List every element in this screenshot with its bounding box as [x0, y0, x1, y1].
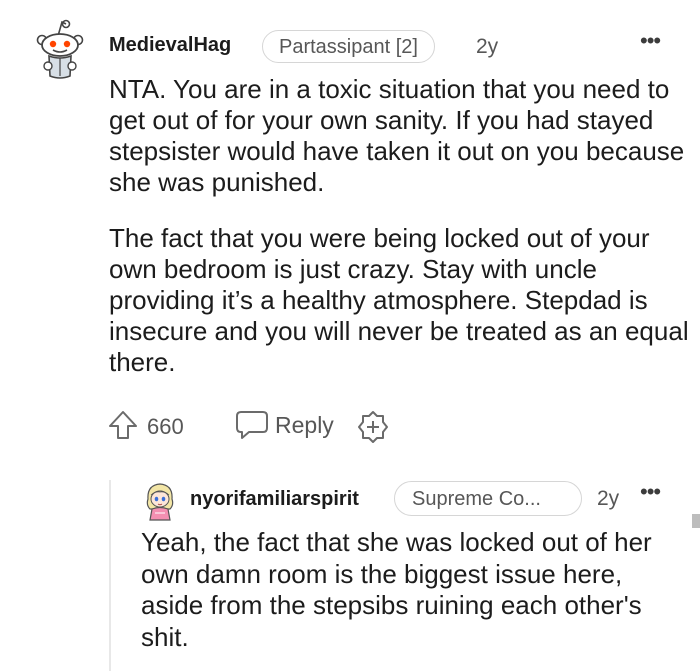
user-flair: Supreme Co...: [394, 481, 582, 516]
comment-age: 2y: [476, 35, 499, 58]
snoo-avatar-icon[interactable]: [34, 18, 86, 80]
award-plus-icon[interactable]: [356, 410, 390, 444]
speech-bubble-icon[interactable]: [235, 409, 269, 441]
upvote-arrow-icon[interactable]: [107, 409, 139, 441]
reply-author[interactable]: nyorifamiliarspirit: [190, 488, 359, 511]
more-options-icon[interactable]: •••: [640, 479, 661, 505]
scrollbar-thumb[interactable]: [692, 514, 700, 528]
reply-age: 2y: [597, 487, 620, 510]
anime-girl-avatar-icon[interactable]: [143, 481, 177, 521]
more-options-icon[interactable]: •••: [640, 28, 661, 54]
vote-score: 660: [147, 414, 184, 439]
user-flair: Partassipant [2]: [262, 30, 435, 63]
reply-text: Yeah, the fact that she was locked out o…: [141, 527, 652, 652]
thread-line[interactable]: [109, 480, 111, 671]
comment-author[interactable]: MedievalHag: [109, 34, 231, 57]
comment-paragraph-1: NTA. You are in a toxic situation that y…: [109, 74, 685, 197]
comment-paragraph-2: The fact that you were being locked out …: [109, 223, 689, 377]
reply-button[interactable]: Reply: [275, 412, 334, 439]
